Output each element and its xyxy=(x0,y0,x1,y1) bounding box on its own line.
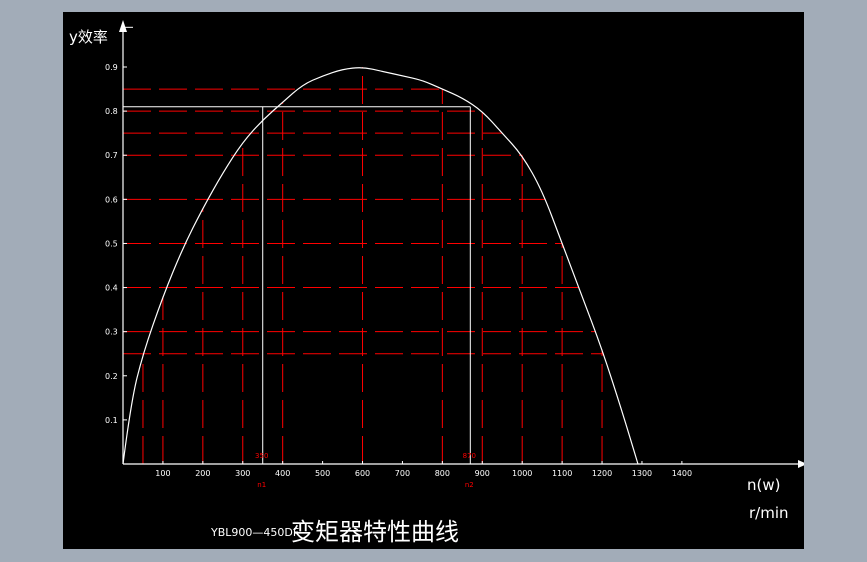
x-tick-label: 400 xyxy=(275,469,290,478)
x-axis-arrow-icon xyxy=(798,460,804,468)
y-tick-label: 0.6 xyxy=(105,195,118,204)
y-axis-arrow-icon xyxy=(119,20,127,32)
y-axis-label: y效率 xyxy=(69,28,108,46)
x-tick-label: 800 xyxy=(435,469,450,478)
chart-title-main: 变矩器特性曲线 xyxy=(291,518,459,546)
x-tick-label: 500 xyxy=(315,469,330,478)
chart-svg: 100 200 300 400 500 600 700 800 900 1000 1100 1200 1… xyxy=(69,20,804,546)
chart-frame: 100 200 300 400 500 600 700 800 900 1000 1100 1200 1… xyxy=(63,12,804,549)
marker-name-label: n1 xyxy=(257,481,266,489)
x-tick-label: 1400 xyxy=(672,469,692,478)
x-tick-label: 1100 xyxy=(552,469,572,478)
chart-title-prefix: YBL900—450DF xyxy=(210,526,299,539)
x-tick-label: 100 xyxy=(155,469,170,478)
y-tick-label: 0.4 xyxy=(105,284,118,293)
x-tick-label: 200 xyxy=(195,469,210,478)
x-tick-label: 600 xyxy=(355,469,370,478)
x-tick-label: 900 xyxy=(475,469,490,478)
marker-name-label: n2 xyxy=(465,481,474,489)
x-axis-label-line1: n(w) xyxy=(747,476,780,494)
x-tick-label: 1300 xyxy=(632,469,652,478)
y-tick-label: 0.7 xyxy=(105,151,118,160)
tick-labels: 100 200 300 400 500 600 700 800 900 1000 1100 1200 1… xyxy=(105,26,692,478)
y-tick-label: 0.5 xyxy=(105,239,118,248)
marker-value-label: 350 xyxy=(255,452,268,460)
y-tick-label: 0.1 xyxy=(105,416,118,425)
y-tick-label: 0.3 xyxy=(105,328,118,337)
x-tick-label: 1000 xyxy=(512,469,532,478)
y-tick-label: 0.8 xyxy=(105,107,118,116)
x-tick-label: 1200 xyxy=(592,469,612,478)
x-tick-label: 700 xyxy=(395,469,410,478)
y-tick-label: 0.9 xyxy=(105,63,118,72)
y-tick-label: 0.2 xyxy=(105,372,118,381)
x-axis-label-line2: r/min xyxy=(749,504,789,522)
x-tick-label: 300 xyxy=(235,469,250,478)
marker-value-label: 870 xyxy=(463,452,476,460)
axes xyxy=(119,20,804,468)
marker-lines: 350 n1 870 n2 xyxy=(123,106,476,489)
efficiency-curve xyxy=(122,67,639,465)
reference-grid xyxy=(123,67,604,464)
